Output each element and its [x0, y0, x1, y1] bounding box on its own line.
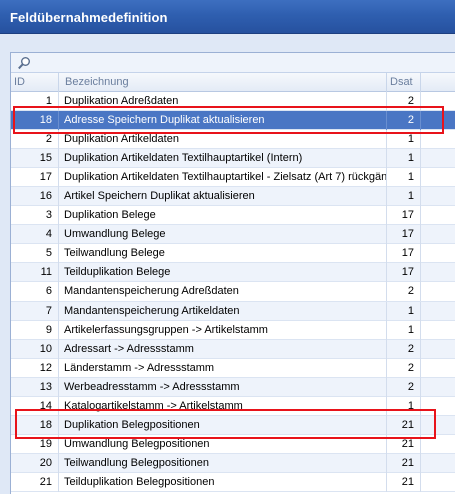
row-dsat-cell: 17: [387, 225, 421, 245]
table-row[interactable]: 1 Duplikation Adreßdaten 2: [11, 92, 455, 112]
row-dsat-cell: 21: [387, 434, 421, 454]
row-dsat-cell: 2: [387, 377, 421, 397]
row-bezeichnung-cell: Umwandlung Belege: [59, 225, 387, 245]
magnifier-icon[interactable]: [17, 56, 31, 70]
table-row[interactable]: 12 Länderstamm -> Adressstamm 2: [11, 358, 455, 378]
table-row[interactable]: 20 Teilwandlung Belegpositionen 21: [11, 453, 455, 473]
table-row[interactable]: 18 Adresse Speichern Duplikat aktualisier…: [11, 111, 455, 131]
row-id-cell: 4: [11, 225, 59, 245]
grid-rows: 1 Duplikation Adreßdaten 2 18 Adresse Speich…: [11, 92, 455, 492]
row-dsat-cell: 21: [387, 453, 421, 473]
row-bezeichnung-cell: Adresse Speichern Duplikat aktualisieren: [59, 111, 387, 131]
row-bezeichnung-cell: Duplikation Artikeldaten: [59, 130, 387, 150]
row-dsat-cell: 1: [387, 301, 421, 321]
row-dsat-cell: 2: [387, 339, 421, 359]
row-dsat-cell: 17: [387, 244, 421, 264]
grid-header: ID Bezeichnung Dsat: [11, 73, 455, 92]
row-dsat-cell: 17: [387, 263, 421, 283]
row-id-cell: 12: [11, 358, 59, 378]
row-bezeichnung-cell: Duplikation Belegpositionen: [59, 415, 387, 435]
row-bezeichnung-cell: Artikel Speichern Duplikat aktualisieren: [59, 187, 387, 207]
row-id-cell: 13: [11, 377, 59, 397]
row-bezeichnung-cell: Duplikation Artikeldaten Textilhauptarti…: [59, 149, 387, 169]
row-dsat-cell: 1: [387, 149, 421, 169]
row-id-cell: 10: [11, 339, 59, 359]
row-dsat-cell: 1: [387, 168, 421, 188]
row-id-cell: 1: [11, 92, 59, 111]
row-dsat-cell: 2: [387, 92, 421, 111]
column-header-bezeichnung[interactable]: Bezeichnung: [59, 73, 387, 92]
row-dsat-cell: 17: [387, 206, 421, 226]
table-row[interactable]: 13 Werbeadresstamm -> Adressstamm 2: [11, 377, 455, 397]
row-bezeichnung-cell: Teilduplikation Belege: [59, 263, 387, 283]
table-row[interactable]: 5 Teilwandlung Belege 17: [11, 244, 455, 264]
table-row[interactable]: 18 Duplikation Belegpositionen 21: [11, 415, 455, 435]
row-dsat-cell: 21: [387, 472, 421, 492]
table-row[interactable]: 9 Artikelerfassungsgruppen -> Artikelstam…: [11, 320, 455, 340]
row-id-cell: 14: [11, 396, 59, 416]
table-row[interactable]: 17 Duplikation Artikeldaten Textilhauptar…: [11, 168, 455, 188]
row-bezeichnung-cell: Katalogartikelstamm -> Artikelstamm: [59, 396, 387, 416]
row-id-cell: 7: [11, 301, 59, 321]
table-row[interactable]: 21 Teilduplikation Belegpositionen 21: [11, 472, 455, 492]
row-id-cell: 16: [11, 187, 59, 207]
row-id-cell: 15: [11, 149, 59, 169]
row-id-cell: 2: [11, 130, 59, 150]
row-id-cell: 18: [11, 415, 59, 435]
row-bezeichnung-cell: Mandantenspeicherung Adreßdaten: [59, 282, 387, 302]
row-dsat-cell: 1: [387, 130, 421, 150]
grid-search-bar[interactable]: [11, 53, 455, 73]
row-dsat-cell: 2: [387, 111, 421, 131]
row-bezeichnung-cell: Duplikation Belege: [59, 206, 387, 226]
column-header-dsat[interactable]: Dsat: [387, 73, 421, 92]
table-row[interactable]: 7 Mandantenspeicherung Artikeldaten 1: [11, 301, 455, 321]
row-bezeichnung-cell: Umwandlung Belegpositionen: [59, 434, 387, 454]
row-bezeichnung-cell: Mandantenspeicherung Artikeldaten: [59, 301, 387, 321]
table-row[interactable]: 3 Duplikation Belege 17: [11, 206, 455, 226]
row-id-cell: 18: [11, 111, 59, 131]
row-dsat-cell: 1: [387, 320, 421, 340]
window-title-bar: Feldübernahmedefinition: [0, 0, 455, 34]
row-bezeichnung-cell: Duplikation Adreßdaten: [59, 92, 387, 111]
row-bezeichnung-cell: Teilwandlung Belege: [59, 244, 387, 264]
table-row[interactable]: 6 Mandantenspeicherung Adreßdaten 2: [11, 282, 455, 302]
row-id-cell: 3: [11, 206, 59, 226]
table-row[interactable]: 14 Katalogartikelstamm -> Artikelstamm 1: [11, 396, 455, 416]
row-id-cell: 9: [11, 320, 59, 340]
row-bezeichnung-cell: Artikelerfassungsgruppen -> Artikelstamm: [59, 320, 387, 340]
window-title: Feldübernahmedefinition: [10, 10, 168, 25]
table-row[interactable]: 4 Umwandlung Belege 17: [11, 225, 455, 245]
table-row[interactable]: 19 Umwandlung Belegpositionen 21: [11, 434, 455, 454]
row-id-cell: 11: [11, 263, 59, 283]
row-id-cell: 20: [11, 453, 59, 473]
row-id-cell: 17: [11, 168, 59, 188]
row-bezeichnung-cell: Länderstamm -> Adressstamm: [59, 358, 387, 378]
row-bezeichnung-cell: Teilduplikation Belegpositionen: [59, 472, 387, 492]
field-definition-grid: ID Bezeichnung Dsat 1 Duplikation Adreßda…: [10, 52, 455, 494]
row-bezeichnung-cell: Adressart -> Adressstamm: [59, 339, 387, 359]
row-bezeichnung-cell: Werbeadresstamm -> Adressstamm: [59, 377, 387, 397]
row-dsat-cell: 1: [387, 396, 421, 416]
row-id-cell: 19: [11, 434, 59, 454]
row-id-cell: 5: [11, 244, 59, 264]
table-row[interactable]: 2 Duplikation Artikeldaten 1: [11, 130, 455, 150]
row-dsat-cell: 21: [387, 415, 421, 435]
row-id-cell: 21: [11, 472, 59, 492]
row-id-cell: 6: [11, 282, 59, 302]
table-row[interactable]: 15 Duplikation Artikeldaten Textilhauptar…: [11, 149, 455, 169]
table-row[interactable]: 10 Adressart -> Adressstamm 2: [11, 339, 455, 359]
row-dsat-cell: 2: [387, 282, 421, 302]
table-row[interactable]: 16 Artikel Speichern Duplikat aktualisier…: [11, 187, 455, 207]
table-row[interactable]: 11 Teilduplikation Belege 17: [11, 263, 455, 283]
row-bezeichnung-cell: Duplikation Artikeldaten Textilhauptarti…: [59, 168, 387, 188]
row-dsat-cell: 1: [387, 187, 421, 207]
column-header-id[interactable]: ID: [11, 73, 59, 92]
row-dsat-cell: 2: [387, 358, 421, 378]
row-bezeichnung-cell: Teilwandlung Belegpositionen: [59, 453, 387, 473]
